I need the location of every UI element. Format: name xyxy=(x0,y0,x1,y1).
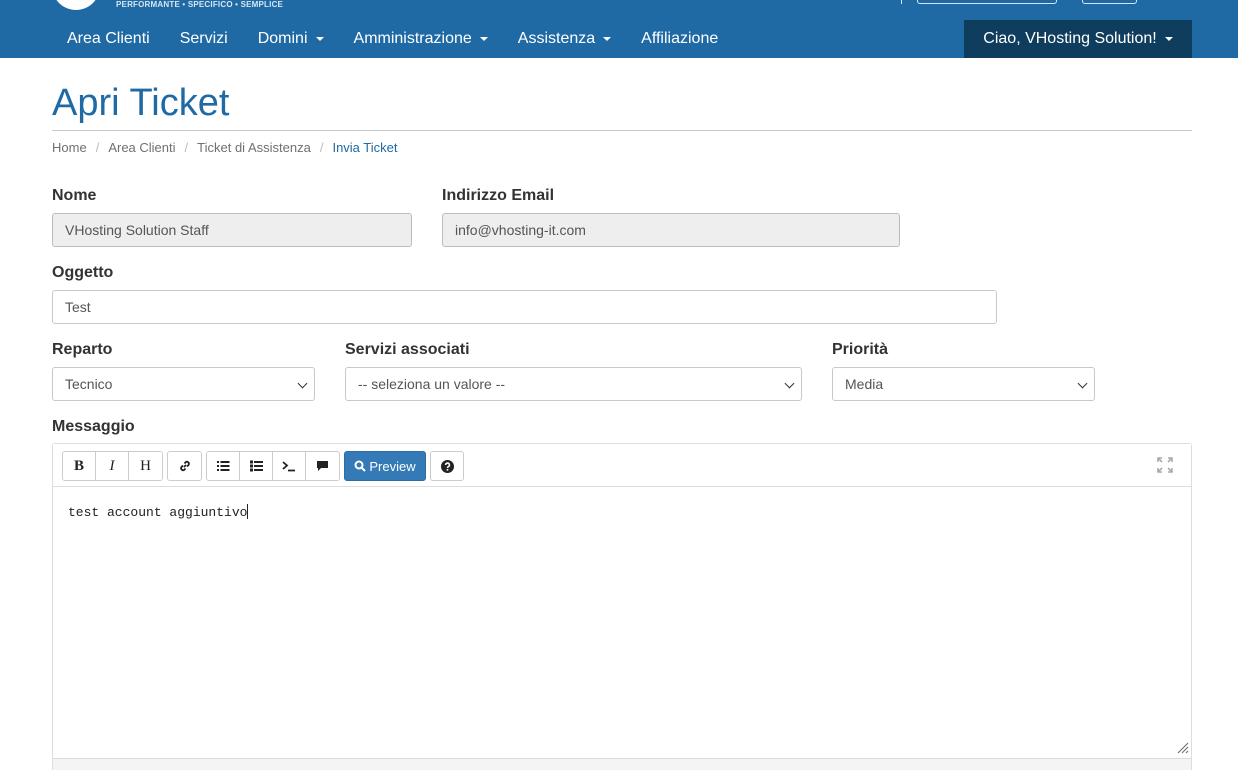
subject-label: Oggetto xyxy=(52,264,114,281)
heading-button[interactable]: H xyxy=(129,452,162,480)
breadcrumb-home[interactable]: Home xyxy=(52,140,87,155)
resize-handle-icon[interactable] xyxy=(1177,741,1189,754)
ordered-list-button[interactable] xyxy=(240,452,273,480)
nav-item-servizi[interactable]: Servizi xyxy=(165,20,243,58)
top-divider xyxy=(901,0,902,4)
message-textarea[interactable]: test account aggiuntivo xyxy=(68,504,249,520)
link-button-group xyxy=(167,451,202,481)
user-menu-label: Ciao, VHosting Solution! xyxy=(983,30,1157,47)
breadcrumb-separator: / xyxy=(319,140,324,155)
nav-label: Affiliazione xyxy=(641,30,719,47)
list-ol-icon xyxy=(249,460,263,472)
services-select-value: -- seleziona un valore -- xyxy=(358,376,506,392)
nav-label: Servizi xyxy=(179,30,228,47)
terminal-icon xyxy=(282,461,295,472)
main-nav: Area Clienti Servizi Domini Amministrazi… xyxy=(52,20,733,58)
nav-item-assistenza[interactable]: Assistenza xyxy=(503,20,626,58)
top-navbar: PERFORMANTE • SPECIFICO • SEMPLICE Area … xyxy=(0,0,1238,58)
format-button-group: B I H xyxy=(62,451,163,481)
email-field-value: info@vhosting-it.com xyxy=(455,222,586,238)
preview-button[interactable]: Preview xyxy=(344,451,426,481)
user-menu-button[interactable]: Ciao, VHosting Solution! xyxy=(964,20,1192,58)
chevron-down-icon xyxy=(1077,378,1088,389)
nav-label: Domini xyxy=(257,30,308,47)
nav-item-amministrazione[interactable]: Amministrazione xyxy=(339,20,503,58)
department-label: Reparto xyxy=(52,341,113,358)
name-field[interactable]: VHosting Solution Staff xyxy=(52,213,412,247)
name-field-value: VHosting Solution Staff xyxy=(65,222,209,238)
text-cursor xyxy=(247,504,249,519)
subject-input-value: Test xyxy=(65,299,91,315)
editor-toolbar: B I H Preview xyxy=(53,444,1191,487)
nav-label: Area Clienti xyxy=(67,30,150,47)
link-icon xyxy=(179,460,190,472)
nav-label: Amministrazione xyxy=(353,30,472,47)
code-button[interactable] xyxy=(273,452,306,480)
priority-select[interactable]: Media xyxy=(832,367,1095,401)
nav-item-domini[interactable]: Domini xyxy=(243,20,339,58)
title-divider xyxy=(52,130,1192,131)
logo-icon[interactable] xyxy=(52,0,100,10)
message-text: test account aggiuntivo xyxy=(68,505,248,520)
nav-label: Assistenza xyxy=(517,30,596,47)
link-button[interactable] xyxy=(168,452,201,480)
page-title: Apri Ticket xyxy=(52,82,230,124)
quote-button[interactable] xyxy=(306,452,339,480)
caret-down-icon xyxy=(1164,37,1173,41)
italic-button[interactable]: I xyxy=(96,452,129,480)
list-button-group xyxy=(206,451,340,481)
nav-item-affiliazione[interactable]: Affiliazione xyxy=(626,20,733,58)
top-bar-button-2[interactable] xyxy=(1082,0,1137,4)
top-bar-button-1[interactable] xyxy=(917,0,1057,4)
services-select[interactable]: -- seleziona un valore -- xyxy=(345,367,802,401)
breadcrumb-ticket-assistenza[interactable]: Ticket di Assistenza xyxy=(197,140,311,155)
breadcrumb: Home / Area Clienti / Ticket di Assisten… xyxy=(52,140,397,155)
unordered-list-button[interactable] xyxy=(207,452,240,480)
question-circle-icon xyxy=(440,459,454,473)
chevron-down-icon xyxy=(297,378,308,389)
email-label: Indirizzo Email xyxy=(442,187,555,204)
editor-status-bar xyxy=(53,758,1191,770)
breadcrumb-separator: / xyxy=(184,140,189,155)
caret-down-icon xyxy=(479,37,488,41)
help-button[interactable] xyxy=(430,451,464,481)
department-select-value: Tecnico xyxy=(65,376,113,392)
preview-label: Preview xyxy=(369,458,416,474)
nav-item-area-clienti[interactable]: Area Clienti xyxy=(52,20,165,58)
caret-down-icon xyxy=(603,37,612,41)
breadcrumb-separator: / xyxy=(95,140,100,155)
subject-input[interactable]: Test xyxy=(52,290,997,324)
priority-label: Priorità xyxy=(832,341,889,358)
department-select[interactable]: Tecnico xyxy=(52,367,315,401)
caret-down-icon xyxy=(315,37,324,41)
breadcrumb-current: Invia Ticket xyxy=(332,140,398,155)
services-label: Servizi associati xyxy=(345,341,470,358)
bold-button[interactable]: B xyxy=(63,452,96,480)
markdown-editor: B I H Preview test account aggiuntivo xyxy=(52,443,1192,770)
list-ul-icon xyxy=(216,461,229,471)
comment-icon xyxy=(317,461,328,471)
email-field[interactable]: info@vhosting-it.com xyxy=(442,213,900,247)
message-label: Messaggio xyxy=(52,418,135,435)
search-icon xyxy=(354,460,367,472)
chevron-down-icon xyxy=(784,378,795,389)
breadcrumb-area-clienti[interactable]: Area Clienti xyxy=(108,140,175,155)
name-label: Nome xyxy=(52,187,97,204)
fullscreen-icon[interactable] xyxy=(1157,457,1173,473)
priority-select-value: Media xyxy=(845,376,884,392)
logo-tagline: PERFORMANTE • SPECIFICO • SEMPLICE xyxy=(116,0,284,9)
